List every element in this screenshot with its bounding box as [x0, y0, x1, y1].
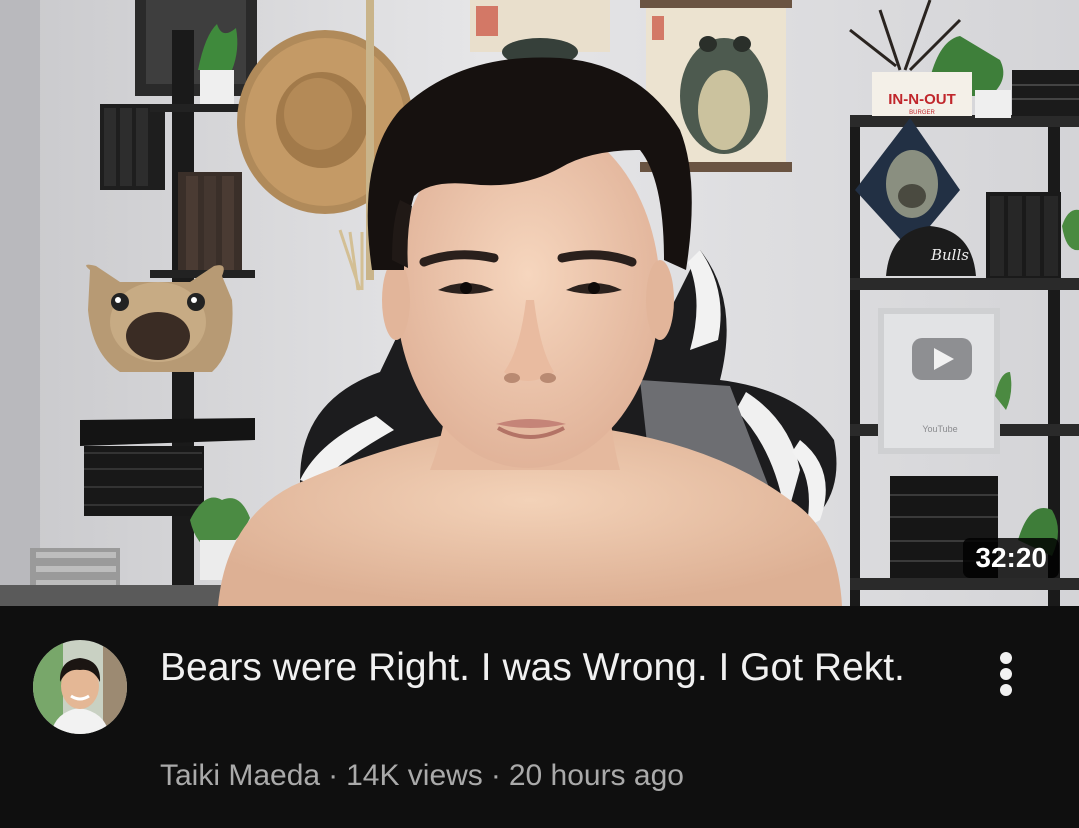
avatar-image: [33, 640, 127, 734]
thumbnail-image: IN-N-OUT BURGER Bulls YouTube: [0, 0, 1079, 606]
more-options-button[interactable]: [982, 644, 1032, 704]
channel-avatar[interactable]: [33, 640, 127, 734]
more-vertical-icon: [1000, 684, 1012, 696]
view-count: 14K views: [346, 759, 483, 792]
separator: ·: [490, 759, 501, 792]
can-sublabel: BURGER: [909, 110, 935, 116]
more-vertical-icon: [1000, 668, 1012, 680]
separator: ·: [328, 759, 339, 792]
can-label: IN-N-OUT: [888, 91, 956, 108]
video-title[interactable]: Bears were Right. I was Wrong. I Got Rek…: [160, 642, 920, 694]
cap-text: Bulls: [930, 246, 969, 264]
channel-name[interactable]: Taiki Maeda: [160, 759, 320, 792]
video-thumbnail[interactable]: IN-N-OUT BURGER Bulls YouTube 32:20: [0, 0, 1079, 606]
duration-badge: 32:20: [963, 538, 1059, 578]
upload-age: 20 hours ago: [508, 759, 684, 792]
video-meta: Bears were Right. I was Wrong. I Got Rek…: [0, 606, 1079, 828]
plaque-brand: YouTube: [922, 424, 957, 434]
more-vertical-icon: [1000, 652, 1012, 664]
video-subline: Taiki Maeda · 14K views · 20 hours ago: [160, 756, 684, 796]
